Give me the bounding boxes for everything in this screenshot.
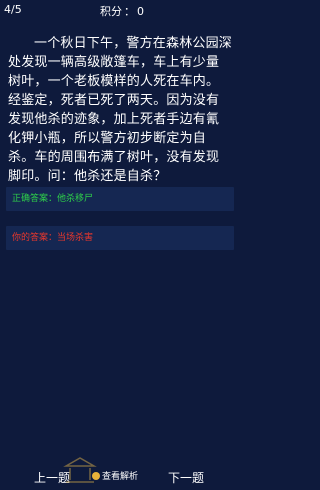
quiz-screen: 4/5 积分： 0 一个秋日下午，警方在森林公园深处发现一辆高级敞篷车，车上有少量… — [0, 0, 240, 490]
question-text: 一个秋日下午，警方在森林公园深处发现一辆高级敞篷车，车上有少量树叶，一个老板模样… — [8, 36, 233, 184]
my-answer-box: 你的答案：当场杀害 — [6, 226, 234, 250]
score-separator: ： — [124, 5, 135, 18]
my-answer-text: 你的答案：当场杀害 — [12, 233, 94, 243]
question-progress: 4/5 — [4, 3, 22, 16]
correct-answer-box: 正确答案：他杀移尸 — [6, 187, 234, 211]
watermark-logo — [63, 457, 97, 483]
score-label: 积分 — [100, 5, 122, 18]
next-question-button[interactable]: 下一题 — [168, 469, 204, 486]
score-value: 0 — [137, 5, 144, 18]
top-bar: 4/5 积分： 0 — [0, 0, 240, 20]
score-display: 积分： 0 — [100, 3, 144, 19]
correct-answer-text: 正确答案：他杀移尸 — [12, 194, 94, 204]
